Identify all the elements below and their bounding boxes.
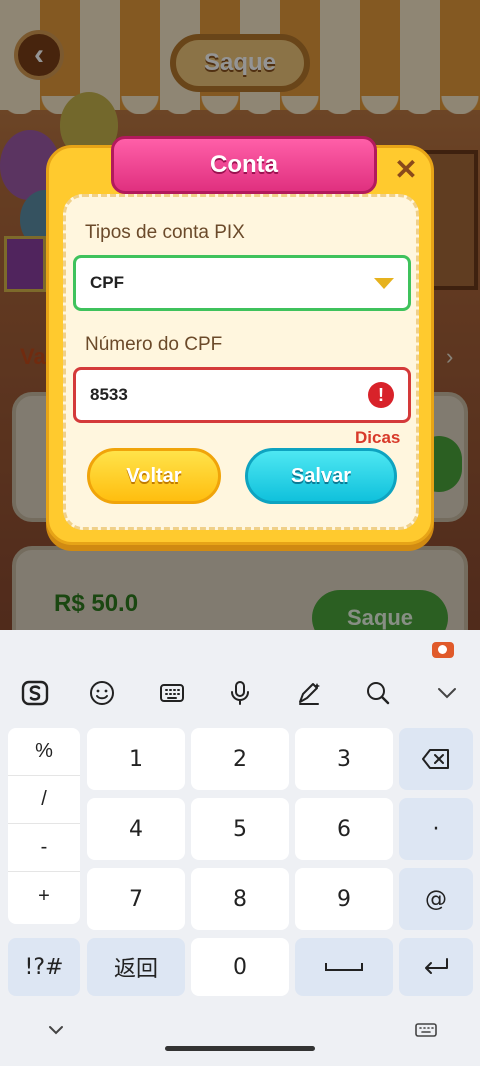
caret-down-icon [374, 277, 394, 289]
save-button[interactable]: Salvar [245, 448, 397, 504]
camera-icon[interactable] [428, 636, 458, 664]
space-key[interactable] [295, 938, 393, 996]
key-2[interactable]: 2 [191, 728, 289, 790]
navigation-bar [0, 1010, 480, 1066]
sogou-logo-icon[interactable] [12, 670, 58, 716]
search-icon[interactable] [355, 670, 401, 716]
key-4[interactable]: 4 [87, 798, 185, 860]
enter-key[interactable] [399, 938, 473, 996]
key-1[interactable]: 1 [87, 728, 185, 790]
key-3[interactable]: 3 [295, 728, 393, 790]
cpf-value: 8533 [90, 385, 128, 404]
cpf-label: Número do CPF [85, 334, 223, 355]
key-6[interactable]: 6 [295, 798, 393, 860]
key-at[interactable]: @ [399, 868, 473, 930]
account-type-value: CPF [90, 273, 124, 292]
key-0[interactable]: 0 [191, 938, 289, 996]
key-slash[interactable]: / [8, 776, 80, 824]
key-percent[interactable]: % [8, 728, 80, 776]
microphone-icon[interactable] [217, 670, 263, 716]
account-dialog: Conta ✕ Tipos de conta PIX CPF Número do… [46, 136, 434, 545]
account-type-label: Tipos de conta PIX [85, 222, 245, 243]
back-button-dialog[interactable]: Voltar [87, 448, 221, 504]
key-minus[interactable]: - [8, 824, 80, 872]
error-icon: ! [368, 382, 394, 408]
symbols-key[interactable]: !?# [8, 938, 80, 996]
keyboard-switch-icon[interactable] [414, 1018, 438, 1042]
backspace-icon [422, 749, 449, 769]
soft-keyboard: % / - + 1 2 3 4 5 6 · 7 8 9 @ !?# 返回 0 [0, 630, 480, 1066]
hide-keyboard-icon[interactable] [44, 1018, 68, 1042]
handwriting-icon[interactable] [286, 670, 332, 716]
key-9[interactable]: 9 [295, 868, 393, 930]
backspace-key[interactable] [399, 728, 473, 790]
key-plus[interactable]: + [8, 872, 80, 920]
enter-icon [425, 958, 448, 974]
key-8[interactable]: 8 [191, 868, 289, 930]
space-icon [325, 963, 363, 971]
keyboard-toolbar [0, 670, 480, 716]
hint-link[interactable]: Dicas [355, 428, 400, 448]
key-dot[interactable]: · [399, 798, 473, 860]
return-key[interactable]: 返回 [87, 938, 185, 996]
keyboard-icon[interactable] [149, 670, 195, 716]
close-button[interactable]: ✕ [389, 152, 423, 186]
emoji-icon[interactable] [79, 670, 125, 716]
account-type-select[interactable]: CPF [73, 255, 411, 311]
cpf-input[interactable]: 8533 ! [73, 367, 411, 423]
dialog-title: Conta [111, 136, 377, 194]
close-icon: ✕ [394, 153, 418, 185]
symbol-column: % / - + [8, 728, 80, 924]
key-7[interactable]: 7 [87, 868, 185, 930]
chevron-down-icon[interactable] [424, 670, 470, 716]
home-indicator[interactable] [165, 1046, 315, 1051]
key-5[interactable]: 5 [191, 798, 289, 860]
